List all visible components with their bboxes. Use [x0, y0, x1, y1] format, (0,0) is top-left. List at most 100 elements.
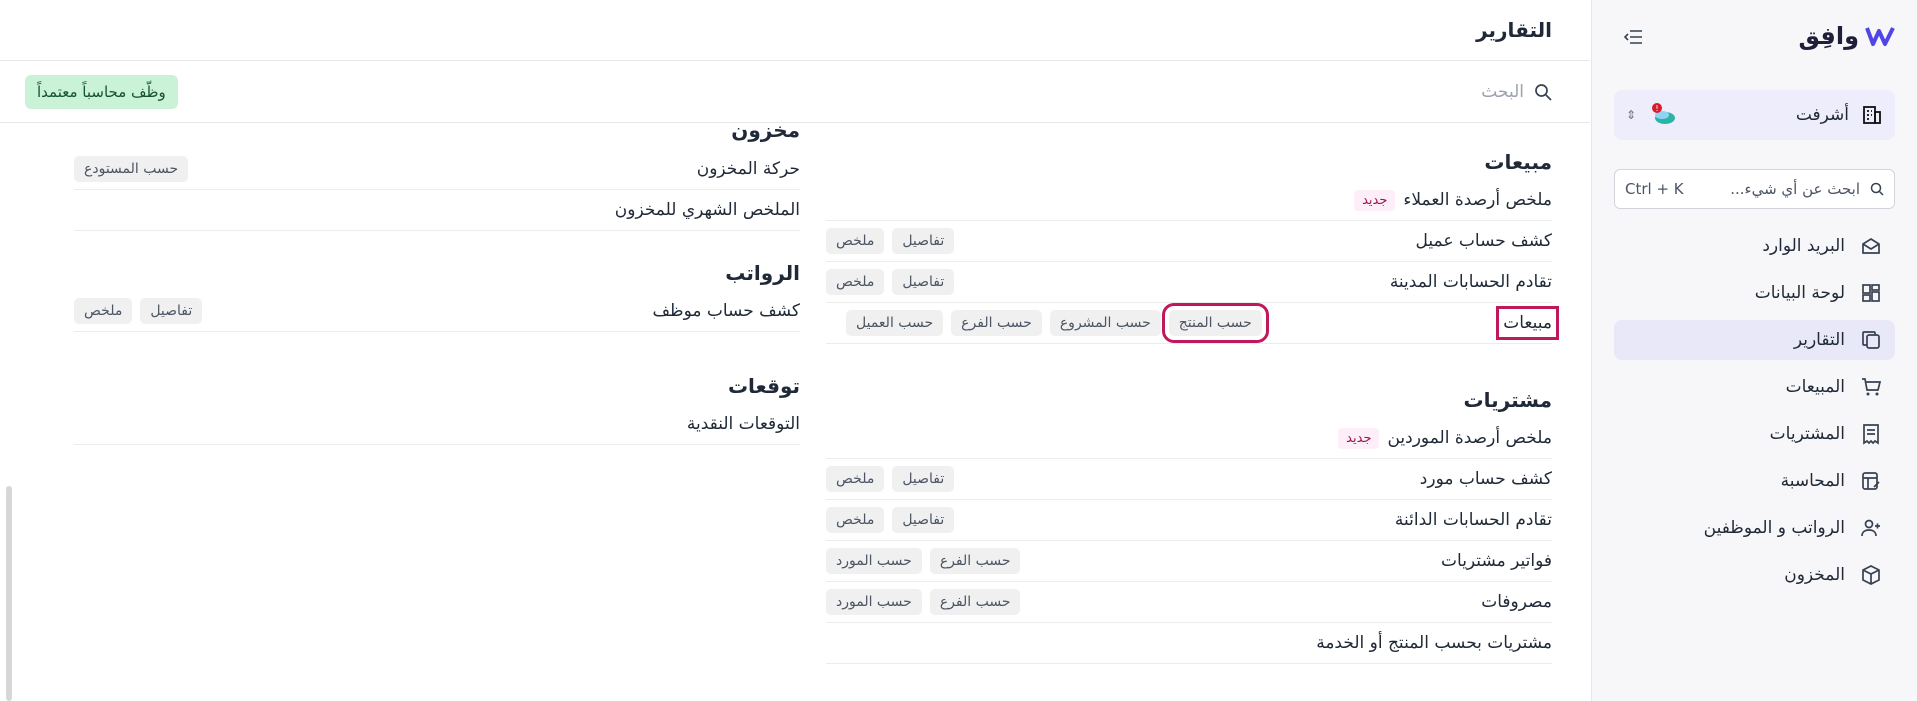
report-row-sales[interactable]: مبيعات حسب العميل حسب الفرع حسب المشروع حسب…	[826, 303, 1559, 344]
sidebar-item-label: المبيعات	[1785, 377, 1845, 397]
report-label[interactable]: كشف حساب عميل	[1416, 231, 1553, 251]
main-content: التقارير البحث وظّف محاسباً معتمداً مبيع…	[0, 0, 1590, 701]
report-label[interactable]: مبيعات	[1503, 313, 1552, 333]
box-icon	[1862, 565, 1880, 585]
search-icon	[1535, 83, 1552, 101]
reports-search-placeholder: البحث	[1481, 81, 1524, 102]
tag-summary[interactable]: ملخص	[826, 269, 885, 295]
tag-by-supplier[interactable]: حسب المورد	[826, 589, 922, 615]
sidebar-item-label: الرواتب و الموظفين	[1703, 518, 1845, 538]
page-header: التقارير	[0, 0, 1590, 61]
reports-content: مبيعات ملخص أرصدة العملاء جديد كشف حساب ع…	[0, 124, 1590, 701]
report-label[interactable]: مشتريات بحسب المنتج أو الخدمة	[1316, 633, 1552, 653]
report-label[interactable]: التوقعات النقدية	[687, 414, 800, 434]
logo-mark-icon	[1865, 27, 1895, 46]
company-name: أشرفت	[1795, 105, 1849, 125]
building-icon	[1863, 106, 1881, 124]
sidebar-nav: البريد الوارد لوحة البيانات التقارير الم…	[1614, 226, 1895, 602]
reports-toolbar: البحث وظّف محاسباً معتمداً	[0, 61, 1590, 123]
tag-details[interactable]: تفاصيل	[892, 269, 955, 295]
tag-by-project[interactable]: حسب المشروع	[1049, 310, 1161, 336]
report-label[interactable]: الملخص الشهري للمخزون	[615, 200, 800, 220]
section-title-payroll: الرواتب	[725, 261, 800, 285]
sidebar-item-label: التقارير	[1793, 330, 1845, 350]
updown-chevron-icon: ⇕	[1626, 108, 1637, 122]
report-label[interactable]: كشف حساب مورد	[1420, 469, 1552, 489]
report-label[interactable]: كشف حساب موظف	[652, 301, 800, 321]
tag-by-branch[interactable]: حسب الفرع	[951, 310, 1042, 336]
cart-icon	[1862, 378, 1882, 396]
ledger-icon	[1862, 472, 1880, 490]
reports-column-right: مبيعات ملخص أرصدة العملاء جديد كشف حساب ع…	[826, 124, 1559, 664]
sidebar-item-reports[interactable]: التقارير	[1614, 320, 1895, 360]
report-row-purchase-invoices[interactable]: فواتير مشتريات حسب المورد حسب الفرع	[826, 541, 1552, 582]
section-title-sales: مبيعات	[1484, 150, 1552, 174]
sidebar-item-label: المحاسبة	[1780, 471, 1845, 491]
tag-summary[interactable]: ملخص	[826, 507, 885, 533]
company-logo-icon: !	[1648, 102, 1678, 128]
sidebar-item-accounting[interactable]: المحاسبة	[1614, 461, 1895, 501]
menu-collapse-icon	[1623, 30, 1642, 44]
company-switcher[interactable]: أشرفت ! ⇕	[1614, 90, 1895, 140]
tag-details[interactable]: تفاصيل	[892, 466, 955, 492]
report-row-receivables-aging[interactable]: تقادم الحسابات المدينة ملخص تفاصيل	[826, 262, 1552, 303]
reports-icon	[1862, 331, 1880, 349]
report-label[interactable]: مصروفات	[1481, 592, 1552, 612]
tag-by-supplier[interactable]: حسب المورد	[826, 548, 922, 574]
tag-by-branch[interactable]: حسب الفرع	[929, 589, 1021, 615]
sidebar-item-label: لوحة البيانات	[1754, 283, 1845, 303]
tag-details[interactable]: تفاصيل	[140, 298, 203, 324]
report-row-cash-forecast[interactable]: التوقعات النقدية	[74, 404, 800, 445]
sidebar-item-label: المخزون	[1784, 565, 1845, 585]
report-row-inventory-movement[interactable]: حركة المخزون حسب المستودع	[74, 149, 800, 190]
sidebar-item-inventory[interactable]: المخزون	[1614, 555, 1895, 595]
users-icon	[1861, 519, 1880, 537]
collapse-sidebar-button[interactable]	[1620, 24, 1646, 50]
sidebar-item-dashboard[interactable]: لوحة البيانات	[1614, 273, 1895, 313]
section-title-forecasts: توقعات	[727, 374, 800, 398]
tag-summary[interactable]: ملخص	[74, 298, 133, 324]
report-row-customer-statement[interactable]: كشف حساب عميل ملخص تفاصيل	[826, 221, 1552, 262]
inbox-icon	[1862, 237, 1880, 254]
tag-summary[interactable]: ملخص	[826, 466, 885, 492]
tag-by-product-highlighted[interactable]: حسب المنتج	[1161, 303, 1269, 343]
report-row-payables-aging[interactable]: تقادم الحسابات الدائنة ملخص تفاصيل	[826, 500, 1552, 541]
tag-summary[interactable]: ملخص	[826, 228, 885, 254]
report-row-supplier-balances[interactable]: ملخص أرصدة الموردين جديد	[826, 418, 1552, 459]
app-logo[interactable]: وافِق	[1799, 22, 1896, 50]
tag-by-branch[interactable]: حسب الفرع	[929, 548, 1021, 574]
scrollbar[interactable]	[6, 486, 12, 701]
page-title: التقارير	[1476, 18, 1552, 42]
global-search-input[interactable]: ابحث عن أي شيء... Ctrl + K	[1614, 169, 1895, 209]
tag-by-warehouse[interactable]: حسب المستودع	[74, 156, 189, 182]
report-label[interactable]: فواتير مشتريات	[1441, 551, 1552, 571]
report-row-employee-statement[interactable]: كشف حساب موظف ملخص تفاصيل	[74, 291, 800, 332]
dashboard-icon	[1862, 284, 1880, 302]
sidebar-item-purchases[interactable]: المشتريات	[1614, 414, 1895, 454]
hire-accountant-button[interactable]: وظّف محاسباً معتمداً	[25, 74, 178, 109]
report-row-supplier-statement[interactable]: كشف حساب مورد ملخص تفاصيل	[826, 459, 1552, 500]
report-row-expenses[interactable]: مصروفات حسب المورد حسب الفرع	[826, 582, 1552, 623]
report-label[interactable]: ملخص أرصدة العملاء	[1403, 190, 1552, 210]
report-label[interactable]: تقادم الحسابات المدينة	[1390, 272, 1552, 292]
report-label[interactable]: تقادم الحسابات الدائنة	[1395, 510, 1552, 530]
tag-by-customer[interactable]: حسب العميل	[846, 310, 944, 336]
report-label-sales-highlighted[interactable]: مبيعات	[1496, 306, 1559, 340]
svg-text:!: !	[1655, 104, 1658, 113]
logo-text: وافِق	[1798, 22, 1860, 50]
tag-details[interactable]: تفاصيل	[892, 228, 955, 254]
global-search-placeholder: ابحث عن أي شيء...	[1730, 180, 1860, 198]
sidebar-item-sales[interactable]: المبيعات	[1614, 367, 1895, 407]
search-icon	[1870, 182, 1884, 196]
reports-search-input[interactable]: البحث	[1481, 82, 1552, 102]
sidebar-item-inbox[interactable]: البريد الوارد	[1614, 226, 1895, 266]
report-label[interactable]: ملخص أرصدة الموردين	[1387, 428, 1552, 448]
report-row-customer-balances[interactable]: ملخص أرصدة العملاء جديد	[826, 180, 1552, 221]
sidebar-item-payroll[interactable]: الرواتب و الموظفين	[1614, 508, 1895, 548]
tag-details[interactable]: تفاصيل	[892, 507, 955, 533]
receipt-icon	[1863, 424, 1879, 445]
new-badge: جديد	[1354, 189, 1396, 211]
report-row-purchases-by-product[interactable]: مشتريات بحسب المنتج أو الخدمة	[826, 623, 1552, 664]
report-label[interactable]: حركة المخزون	[697, 159, 800, 179]
report-row-monthly-inventory[interactable]: الملخص الشهري للمخزون	[74, 190, 800, 231]
